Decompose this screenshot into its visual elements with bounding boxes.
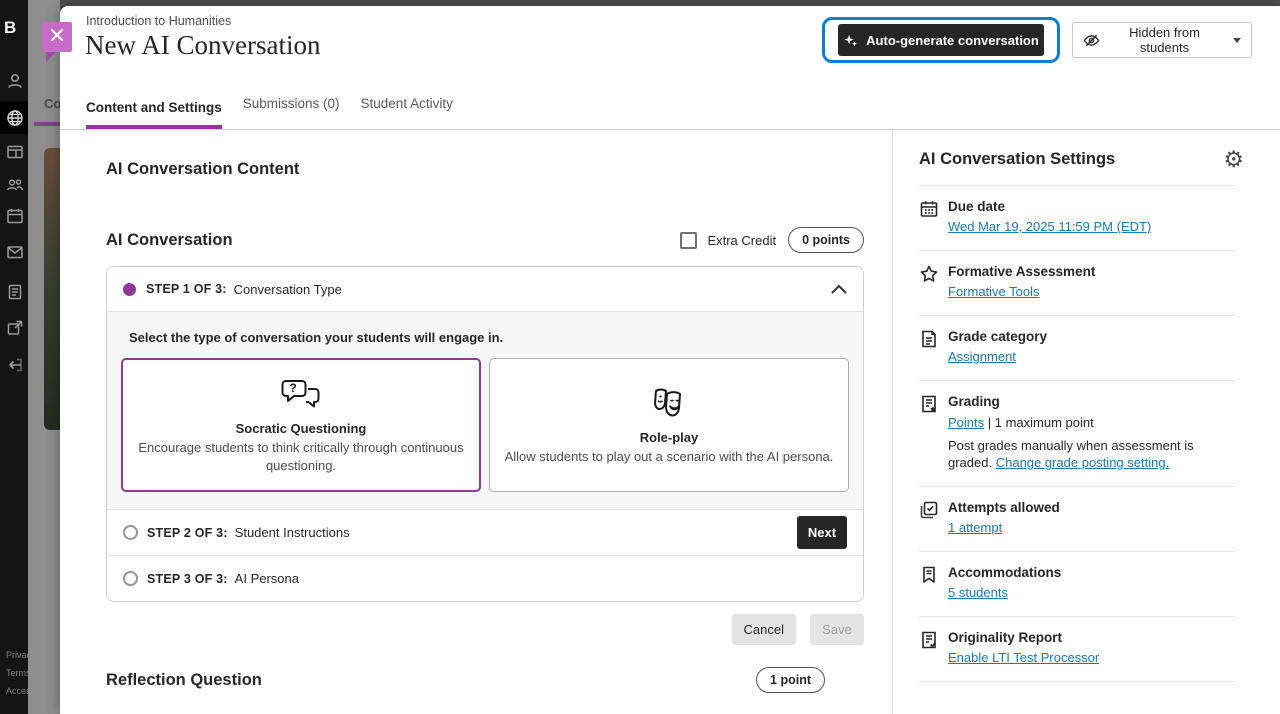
step-radio-icon — [123, 525, 138, 540]
star-icon — [919, 264, 939, 284]
setting-label: Attempts allowed — [948, 499, 1060, 515]
points-link[interactable]: Points — [948, 415, 984, 430]
activity-globe-icon[interactable] — [6, 109, 24, 127]
change-grade-posting-link[interactable]: Change grade posting setting. — [996, 455, 1169, 470]
settings-panel: AI Conversation Settings ⚙ Due date Wed … — [892, 130, 1280, 714]
chevron-up-icon[interactable] — [831, 284, 847, 294]
reflection-points-badge[interactable]: 1 point — [756, 667, 825, 693]
extra-credit-checkbox[interactable] — [680, 231, 698, 249]
tab-student-activity[interactable]: Student Activity — [361, 96, 453, 129]
auto-generate-conversation-button[interactable]: Auto-generate conversation — [838, 24, 1044, 56]
grading-rubric-icon — [919, 394, 939, 414]
bookmark-icon — [919, 565, 939, 585]
setting-label: Due date — [948, 199, 1006, 214]
attempts-icon — [919, 500, 939, 520]
accommodations-link[interactable]: 5 students — [948, 585, 1008, 600]
conversation-steps-accordion: STEP 1 OF 3: Conversation Type Select th… — [106, 266, 864, 602]
privacy-link[interactable]: Privacy — [6, 650, 28, 660]
setting-label: Originality Report — [948, 629, 1063, 645]
max-point-text: | 1 maximum point — [987, 415, 1094, 430]
step-active-dot — [123, 282, 136, 296]
visibility-dropdown[interactable]: Hidden from students — [1072, 22, 1252, 58]
setting-label: Formative Assessment — [948, 264, 1096, 279]
calendar-nav-icon[interactable] — [6, 207, 24, 225]
svg-text:?: ? — [289, 381, 296, 395]
originality-report-link[interactable]: Enable LTI Test Processor — [948, 650, 1099, 665]
option-socratic-questioning[interactable]: ? Socratic Questioning Encourage student… — [121, 358, 481, 492]
dimmed-background-page: Co C — [28, 0, 60, 714]
step-radio-icon — [123, 571, 138, 586]
background-tab-fragment: Co — [44, 96, 60, 111]
extra-credit-label: Extra Credit — [707, 232, 777, 248]
divider — [919, 680, 1236, 682]
profile-icon[interactable] — [6, 72, 24, 90]
setting-label: Accommodations — [948, 564, 1062, 580]
sparkle-icon — [843, 33, 858, 48]
document-icon — [919, 329, 939, 349]
next-button[interactable]: Next — [797, 516, 847, 549]
setting-originality-report: Originality Report Enable LTI Test Proce… — [919, 617, 1236, 681]
question-bubbles-icon: ? — [278, 375, 324, 415]
autogen-focus-ring: Auto-generate conversation — [822, 17, 1060, 63]
tools-icon[interactable] — [6, 319, 24, 337]
tab-submissions[interactable]: Submissions (0) — [243, 96, 340, 129]
base-navigation: B Privacy Terms Accessibility — [0, 0, 28, 714]
reflection-question-heading: Reflection Question — [106, 670, 262, 689]
originality-icon — [919, 630, 939, 650]
close-button-tail — [46, 52, 56, 62]
messages-icon[interactable] — [6, 243, 24, 261]
background-tab-underline — [34, 122, 60, 126]
theater-masks-icon — [647, 384, 691, 424]
points-badge[interactable]: 0 points — [788, 227, 864, 253]
step-3-header[interactable]: STEP 3 OF 3: AI Persona — [107, 555, 863, 601]
setting-label: Grade category — [948, 329, 1048, 344]
sign-out-icon[interactable] — [6, 356, 24, 374]
setting-label: Grading — [948, 394, 1000, 409]
page-title: New AI Conversation — [85, 30, 321, 60]
step-1-header[interactable]: STEP 1 OF 3: Conversation Type — [107, 267, 863, 311]
accessibility-link[interactable]: Accessibility — [6, 686, 28, 696]
setting-accommodations: Accommodations 5 students — [919, 552, 1236, 616]
tab-bar: Content and Settings Submissions (0) Stu… — [60, 90, 1280, 130]
chevron-down-icon — [1233, 37, 1241, 43]
blackboard-logo: B — [4, 18, 17, 37]
due-date-link[interactable]: Wed Mar 19, 2025 11:59 PM (EDT) — [948, 219, 1151, 234]
eye-slash-icon — [1083, 32, 1100, 49]
option-role-play[interactable]: Role-play Allow students to play out a s… — [489, 358, 849, 492]
terms-link[interactable]: Terms — [6, 668, 28, 678]
setting-grade-category: Grade category Assignment — [919, 316, 1236, 380]
setting-formative-assessment: Formative Assessment Formative Tools — [919, 251, 1236, 315]
section-title: AI Conversation Content — [106, 160, 300, 178]
organizations-icon[interactable] — [6, 176, 24, 194]
save-button[interactable]: Save — [810, 614, 864, 645]
main-content-column: AI Conversation Content AI Conversation … — [60, 130, 892, 714]
step-2-header[interactable]: STEP 2 OF 3: Student Instructions Next — [107, 509, 863, 555]
background-course-image — [44, 148, 60, 430]
background-heading-fragment: C — [44, 390, 55, 407]
close-button[interactable] — [42, 22, 72, 52]
cancel-button[interactable]: Cancel — [731, 614, 796, 645]
calendar-icon — [919, 199, 939, 219]
setting-due-date: Due date Wed Mar 19, 2025 11:59 PM (EDT) — [919, 186, 1236, 250]
tab-content-and-settings[interactable]: Content and Settings — [86, 100, 222, 129]
breadcrumb: Introduction to Humanities — [86, 14, 232, 28]
settings-heading: AI Conversation Settings — [919, 150, 1116, 168]
close-icon — [50, 28, 64, 47]
grades-icon[interactable] — [6, 283, 24, 301]
attempts-link[interactable]: 1 attempt — [948, 520, 1002, 535]
new-ai-conversation-panel: Introduction to Humanities New AI Conver… — [60, 6, 1280, 714]
courses-icon[interactable] — [6, 143, 24, 161]
setting-attempts-allowed: Attempts allowed 1 attempt — [919, 487, 1236, 551]
setting-grading: Grading Points | 1 maximum point Post gr… — [919, 381, 1236, 486]
gear-icon[interactable]: ⚙ — [1223, 148, 1244, 171]
conversation-type-prompt: Select the type of conversation your stu… — [129, 330, 504, 345]
grade-category-link[interactable]: Assignment — [948, 349, 1016, 364]
ai-conversation-heading: AI Conversation — [106, 230, 233, 249]
formative-tools-link[interactable]: Formative Tools — [948, 284, 1040, 299]
step-1-body: Select the type of conversation your stu… — [107, 311, 863, 509]
